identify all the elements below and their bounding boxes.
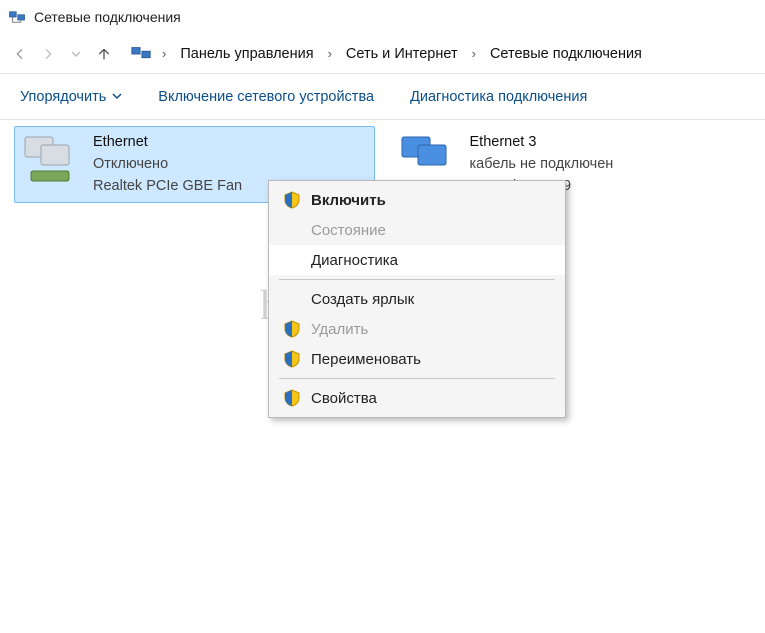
menu-separator [279, 279, 555, 280]
recent-dropdown-icon[interactable] [64, 42, 88, 66]
shield-icon [283, 389, 301, 407]
adapter-text: Ethernet Отключено Realtek PCIe GBE Fan [93, 133, 242, 196]
up-icon[interactable] [92, 42, 116, 66]
adapter-name: Ethernet [93, 133, 242, 152]
titlebar: Сетевые подключения [0, 0, 765, 34]
organize-button[interactable]: Упорядочить [20, 89, 122, 105]
menu-delete: Удалить [269, 314, 565, 344]
menu-create-shortcut-label: Создать ярлык [311, 291, 551, 308]
adapter-device: Realtek PCIe GBE Fan [93, 177, 242, 196]
enable-device-button[interactable]: Включение сетевого устройства [158, 89, 374, 105]
back-icon[interactable] [8, 42, 32, 66]
adapter-icon [398, 133, 460, 187]
menu-diagnostics[interactable]: Диагностика [269, 245, 565, 275]
diagnose-button[interactable]: Диагностика подключения [410, 89, 587, 105]
shield-icon [283, 350, 301, 368]
breadcrumb-item[interactable]: Панель управления [176, 44, 317, 64]
menu-enable[interactable]: Включить [269, 185, 565, 215]
forward-icon[interactable] [36, 42, 60, 66]
chevron-right-icon[interactable]: › [466, 46, 482, 61]
menu-properties[interactable]: Свойства [269, 383, 565, 413]
menu-state: Состояние [269, 215, 565, 245]
navigation-bar: › Панель управления › Сеть и Интернет › … [0, 34, 765, 74]
icon-spacer [283, 221, 301, 239]
breadcrumb-item[interactable]: Сетевые подключения [486, 44, 646, 64]
menu-state-label: Состояние [311, 222, 551, 239]
window-title: Сетевые подключения [34, 9, 181, 25]
toolbar: Упорядочить Включение сетевого устройств… [0, 74, 765, 120]
chevron-right-icon[interactable]: › [322, 46, 338, 61]
context-menu: Включить Состояние Диагностика Создать я… [268, 180, 566, 418]
menu-create-shortcut[interactable]: Создать ярлык [269, 284, 565, 314]
menu-rename[interactable]: Переименовать [269, 344, 565, 374]
menu-rename-label: Переименовать [311, 351, 551, 368]
caret-down-icon [112, 89, 122, 105]
menu-diagnostics-label: Диагностика [311, 252, 551, 269]
icon-spacer [283, 251, 301, 269]
adapter-disabled-icon [21, 133, 83, 187]
menu-delete-label: Удалить [311, 321, 551, 338]
enable-device-label: Включение сетевого устройства [158, 89, 374, 105]
organize-label: Упорядочить [20, 89, 106, 105]
icon-spacer [283, 290, 301, 308]
adapter-status: Отключено [93, 155, 242, 174]
shield-icon [283, 191, 301, 209]
adapter-name: Ethernet 3 [470, 133, 614, 152]
breadcrumb-root-icon[interactable] [130, 43, 152, 65]
menu-separator [279, 378, 555, 379]
diagnose-label: Диагностика подключения [410, 89, 587, 105]
menu-enable-label: Включить [311, 192, 551, 209]
breadcrumb-item[interactable]: Сеть и Интернет [342, 44, 462, 64]
network-connections-icon [8, 8, 26, 26]
chevron-right-icon[interactable]: › [156, 46, 172, 61]
menu-properties-label: Свойства [311, 390, 551, 407]
adapter-status: кабель не подключен [470, 155, 614, 174]
shield-icon [283, 320, 301, 338]
